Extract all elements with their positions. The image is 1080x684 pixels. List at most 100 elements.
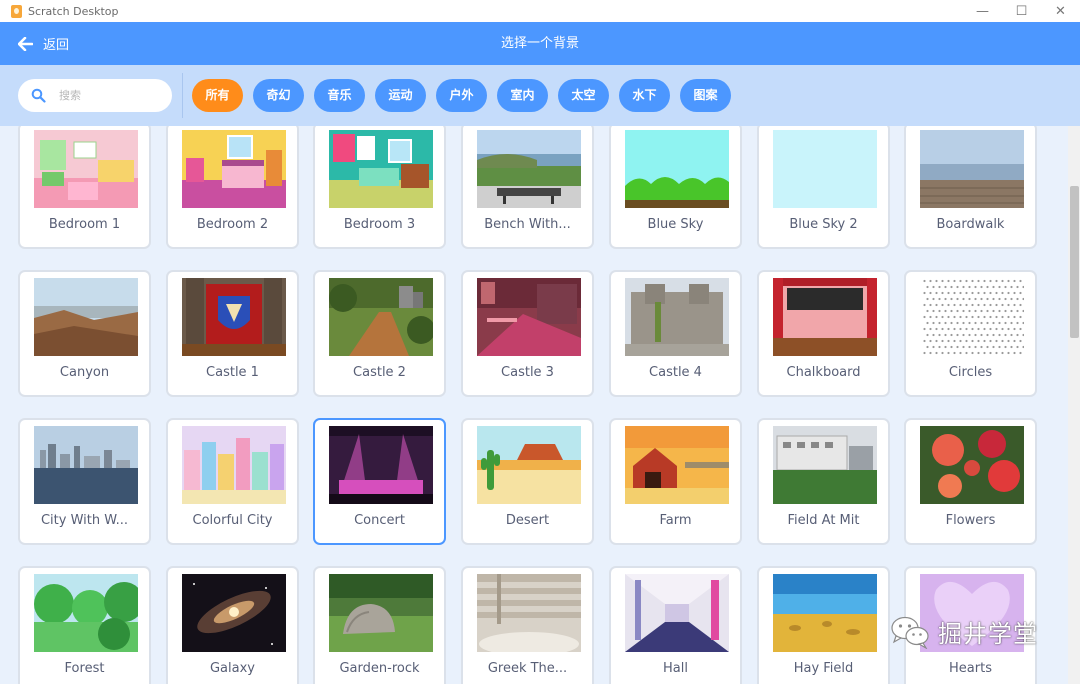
desert-thumbnail	[477, 426, 581, 504]
backdrop-card[interactable]: Farm	[609, 418, 742, 545]
watermark: 掘井学堂	[890, 614, 1038, 649]
tag-filter-4[interactable]: 户外	[436, 79, 487, 112]
window-controls: — ☐ ✕	[963, 0, 1080, 22]
bench-thumbnail	[477, 130, 581, 208]
close-button[interactable]: ✕	[1041, 0, 1080, 22]
bedroom-1-thumbnail	[34, 130, 138, 208]
hay-field-thumbnail	[773, 574, 877, 652]
backdrop-name: Hearts	[949, 661, 992, 676]
backdrop-name: Castle 2	[353, 365, 406, 380]
backdrop-card[interactable]: Flowers	[904, 418, 1037, 545]
tag-filter-5[interactable]: 室内	[497, 79, 548, 112]
tag-filter-2[interactable]: 音乐	[314, 79, 365, 112]
backdrop-name: Hay Field	[793, 661, 854, 676]
garden-rock-thumbnail	[329, 574, 433, 652]
backdrop-name: Flowers	[945, 513, 996, 528]
scrollbar-thumb[interactable]	[1070, 186, 1079, 338]
circles-thumbnail	[920, 278, 1024, 356]
flowers-thumbnail	[920, 426, 1024, 504]
backdrop-card[interactable]: Castle 3	[461, 270, 594, 397]
backdrop-card[interactable]: Greek The...	[461, 566, 594, 684]
backdrop-name: Chalkboard	[786, 365, 861, 380]
castle-2-thumbnail	[329, 278, 433, 356]
backdrop-card[interactable]: Castle 2	[313, 270, 446, 397]
filter-divider	[182, 73, 183, 118]
backdrop-card[interactable]: Galaxy	[166, 566, 299, 684]
backdrop-card[interactable]: Blue Sky 2	[757, 126, 890, 249]
backdrop-card[interactable]: City With W...	[18, 418, 151, 545]
bedroom-3-thumbnail	[329, 130, 433, 208]
backdrop-card[interactable]: Hay Field	[757, 566, 890, 684]
scratch-app-icon	[11, 4, 22, 18]
bedroom-2-thumbnail	[182, 130, 286, 208]
farm-thumbnail	[625, 426, 729, 504]
maximize-button[interactable]: ☐	[1002, 0, 1041, 22]
boardwalk-thumbnail	[920, 130, 1024, 208]
backdrop-card[interactable]: Garden-rock	[313, 566, 446, 684]
backdrop-name: Castle 1	[206, 365, 259, 380]
backdrop-card[interactable]: Hall	[609, 566, 742, 684]
canyon-thumbnail	[34, 278, 138, 356]
search-icon	[31, 88, 46, 103]
backdrop-card[interactable]: Castle 4	[609, 270, 742, 397]
search-input[interactable]	[59, 89, 159, 102]
backdrop-name: Forest	[64, 661, 105, 676]
search-box[interactable]	[18, 79, 172, 112]
backdrop-card[interactable]: Desert	[461, 418, 594, 545]
minimize-button[interactable]: —	[963, 0, 1002, 22]
galaxy-thumbnail	[182, 574, 286, 652]
scrollbar[interactable]	[1068, 126, 1080, 684]
backdrop-card[interactable]: Colorful City	[166, 418, 299, 545]
backdrop-name: Castle 4	[649, 365, 702, 380]
library-header: 返回 选择一个背景	[0, 22, 1080, 65]
filter-bar: 所有奇幻音乐运动户外室内太空水下图案	[0, 65, 1080, 126]
wechat-icon	[891, 616, 929, 649]
tag-filter-8[interactable]: 图案	[680, 79, 731, 112]
backdrop-grid: Bedroom 1 Bedroom 2 Bedroom 3 Bench With...…	[0, 126, 1068, 684]
tag-filter-7[interactable]: 水下	[619, 79, 670, 112]
backdrop-name: Desert	[505, 513, 550, 528]
concert-thumbnail	[329, 426, 433, 504]
backdrop-card[interactable]: Bedroom 2	[166, 126, 299, 249]
back-button[interactable]: 返回	[18, 22, 69, 65]
backdrop-name: City With W...	[40, 513, 129, 528]
backdrop-name: Colorful City	[192, 513, 273, 528]
backdrop-card[interactable]: Forest	[18, 566, 151, 684]
colorful-city-thumbnail	[182, 426, 286, 504]
tag-filter-6[interactable]: 太空	[558, 79, 609, 112]
backdrop-name: Galaxy	[209, 661, 255, 676]
backdrop-name: Concert	[354, 513, 405, 528]
backdrop-name: Bedroom 1	[48, 217, 121, 232]
tag-filter-3[interactable]: 运动	[375, 79, 426, 112]
backdrop-card[interactable]: Castle 1	[166, 270, 299, 397]
backdrop-card[interactable]: Blue Sky	[609, 126, 742, 249]
backdrop-card[interactable]: Chalkboard	[757, 270, 890, 397]
backdrop-name: Bench With...	[484, 217, 571, 232]
backdrop-name: Bedroom 2	[196, 217, 269, 232]
backdrop-name: Field At Mit	[787, 513, 860, 528]
castle-1-thumbnail	[182, 278, 286, 356]
chalkboard-thumbnail	[773, 278, 877, 356]
backdrop-card[interactable]: Bedroom 3	[313, 126, 446, 249]
backdrop-name: Hall	[663, 661, 688, 676]
backdrop-name: Boardwalk	[936, 217, 1005, 232]
backdrop-card[interactable]: Bench With...	[461, 126, 594, 249]
backdrop-card[interactable]: Canyon	[18, 270, 151, 397]
window-titlebar: Scratch Desktop — ☐ ✕	[0, 0, 1080, 22]
hall-thumbnail	[625, 574, 729, 652]
backdrop-card[interactable]: Bedroom 1	[18, 126, 151, 249]
backdrop-card[interactable]: Boardwalk	[904, 126, 1037, 249]
backdrop-card[interactable]: Concert	[313, 418, 446, 545]
backdrop-card[interactable]: Field At Mit	[757, 418, 890, 545]
tag-all[interactable]: 所有	[192, 79, 243, 112]
backdrop-name: Blue Sky	[647, 217, 704, 232]
backdrop-card[interactable]: Circles	[904, 270, 1037, 397]
backdrop-name: Farm	[659, 513, 692, 528]
backdrop-name: Bedroom 3	[343, 217, 416, 232]
watermark-text: 掘井学堂	[938, 620, 1038, 648]
back-arrow-icon	[18, 36, 33, 51]
backdrop-name: Blue Sky 2	[789, 217, 858, 232]
backdrop-name: Garden-rock	[339, 661, 420, 676]
tag-filter-1[interactable]: 奇幻	[253, 79, 304, 112]
backdrop-name: Castle 3	[501, 365, 554, 380]
